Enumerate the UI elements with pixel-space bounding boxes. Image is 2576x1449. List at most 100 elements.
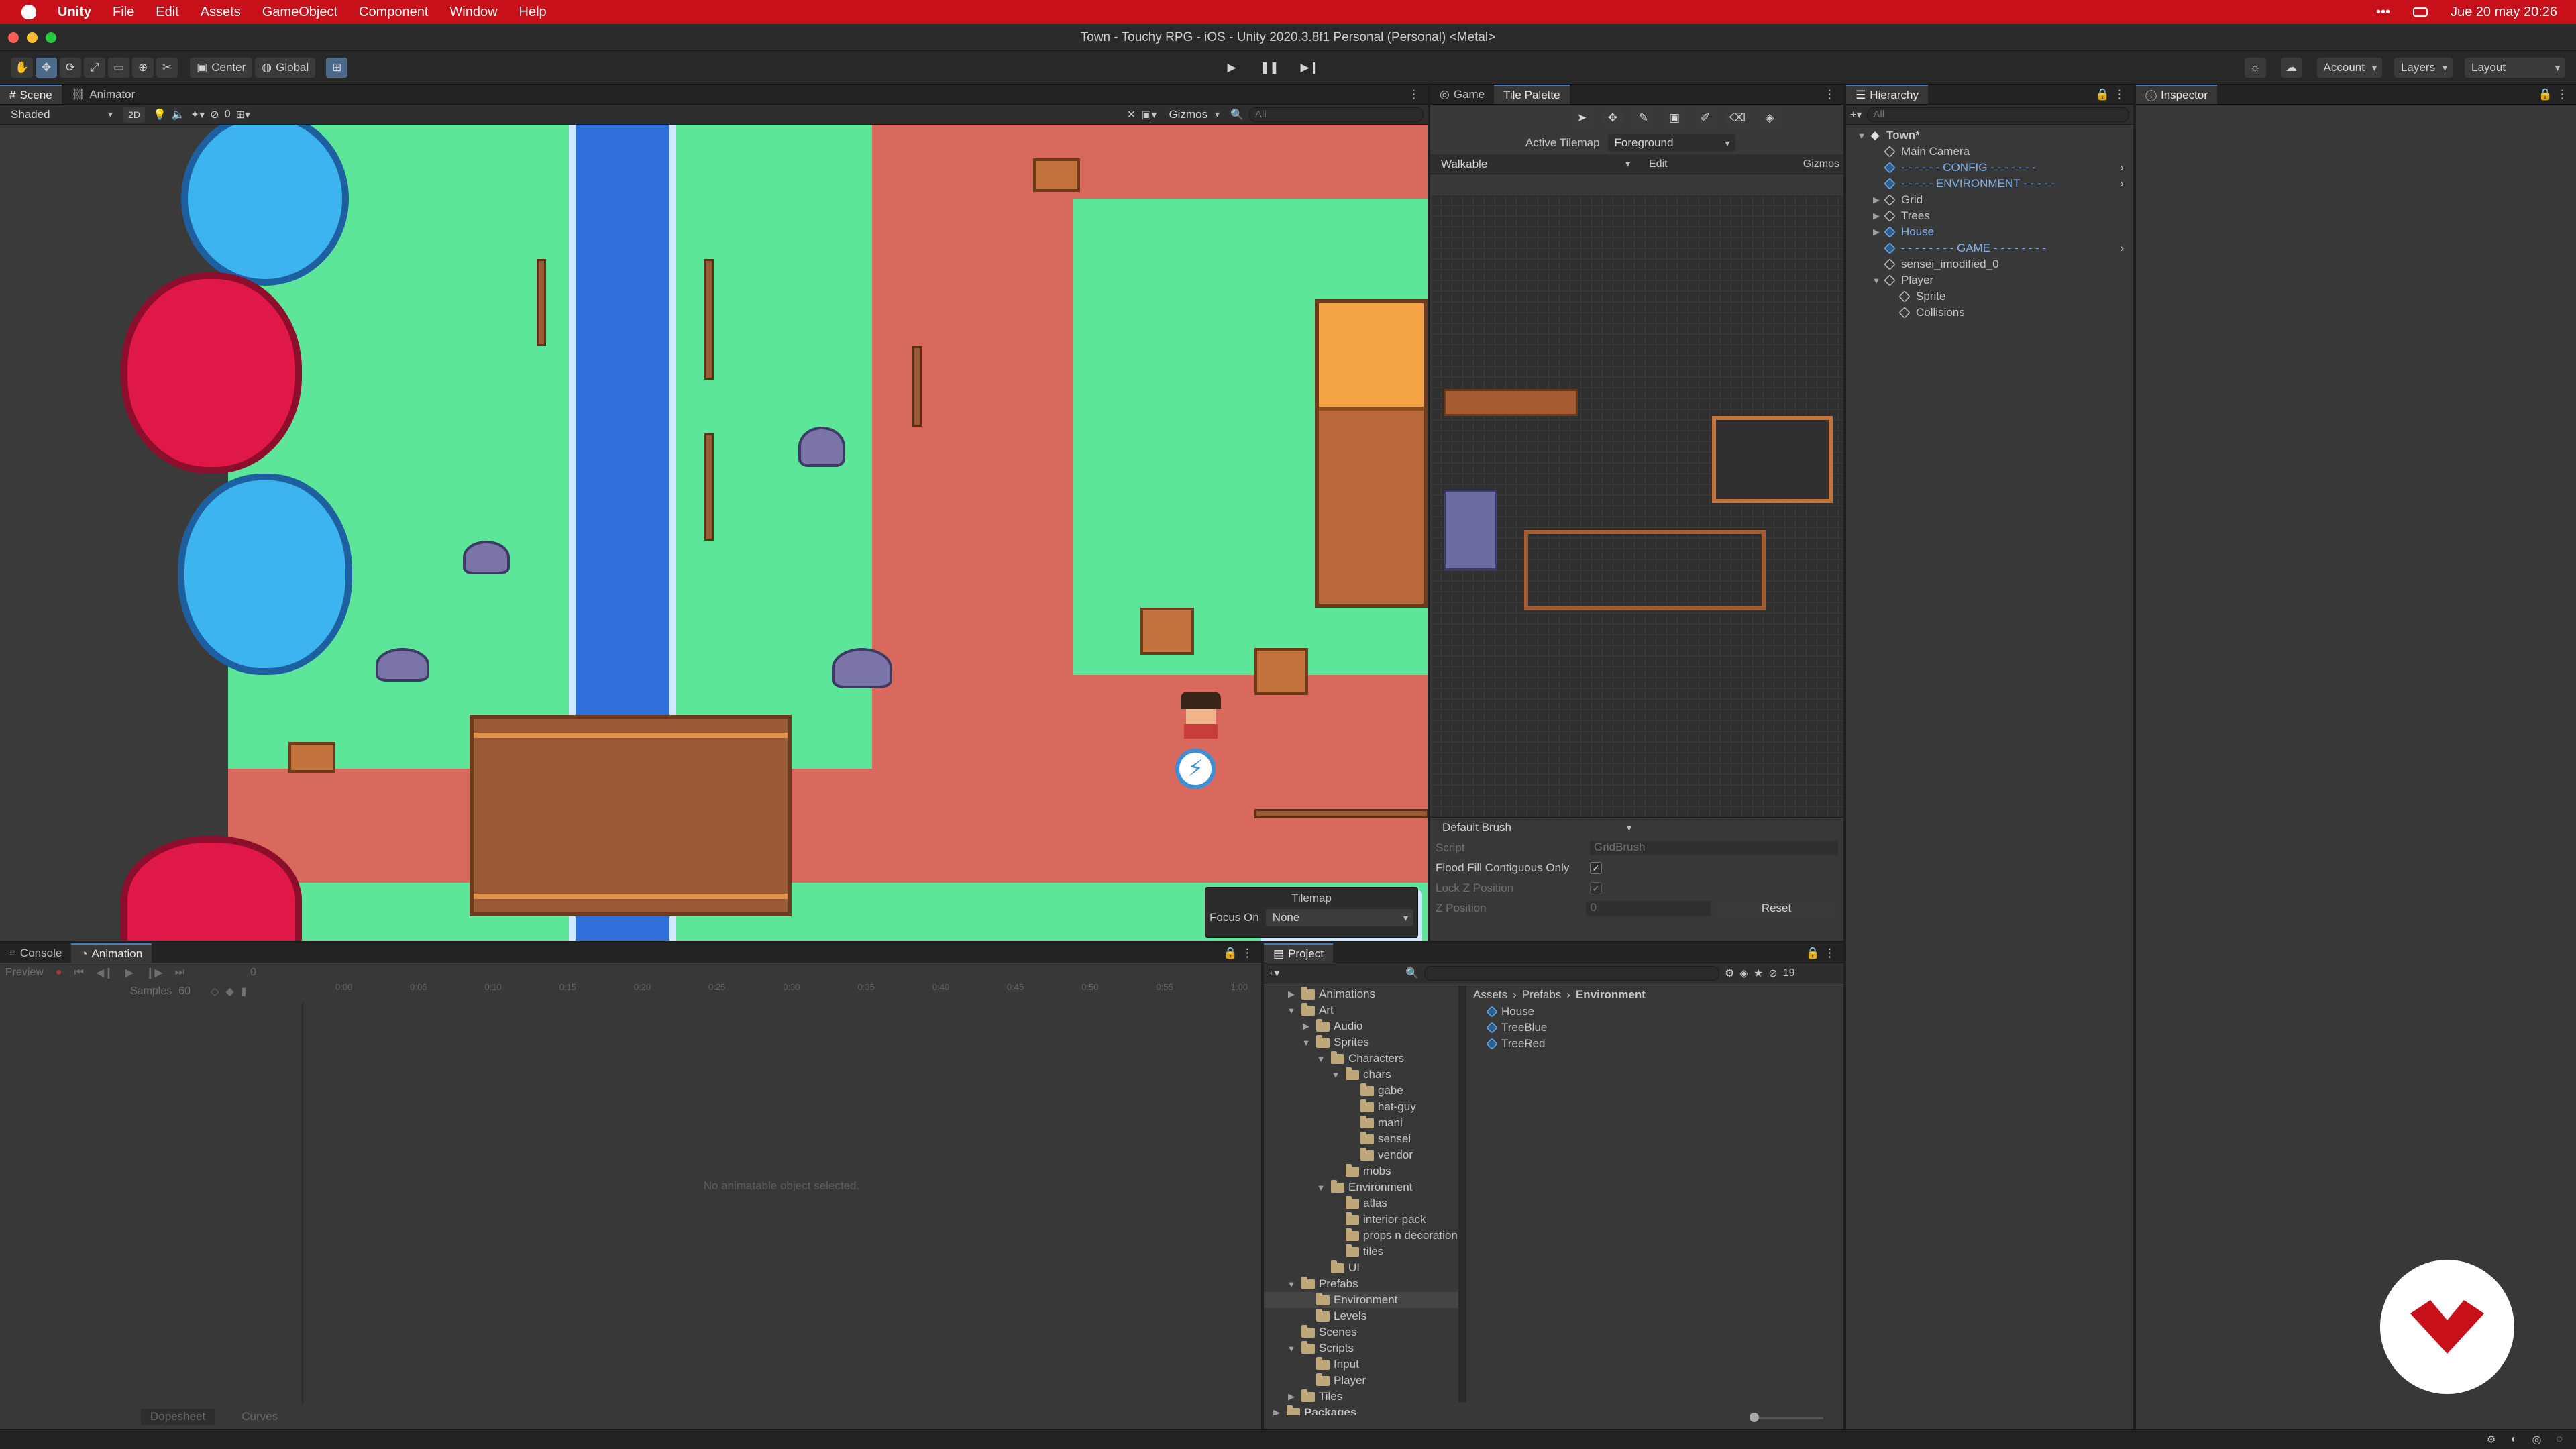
- prefab-asset-item[interactable]: House: [1486, 1004, 1843, 1020]
- brush-dropdown[interactable]: Default Brush: [1436, 820, 1637, 836]
- layers-dropdown[interactable]: Layers: [2394, 58, 2453, 78]
- shading-dropdown[interactable]: Shaded: [4, 106, 118, 123]
- tab-hierarchy[interactable]: ☰ Hierarchy: [1846, 85, 1928, 104]
- project-folder-item[interactable]: Levels: [1264, 1308, 1458, 1324]
- player-sprite[interactable]: [1181, 692, 1221, 739]
- expand-arrow-icon[interactable]: ▼: [1330, 1070, 1342, 1080]
- progress-icon[interactable]: ◐: [2511, 1434, 2518, 1446]
- hierarchy-item[interactable]: Main Camera: [1846, 144, 2133, 160]
- project-folder-item[interactable]: Player: [1264, 1373, 1458, 1389]
- project-folder-item[interactable]: mani: [1264, 1115, 1458, 1131]
- menu-component[interactable]: Component: [359, 5, 428, 20]
- hidden-packages-icon[interactable]: ⊘: [1768, 967, 1777, 980]
- play-button[interactable]: ▶: [1221, 58, 1242, 78]
- project-folder-item[interactable]: mobs: [1264, 1163, 1458, 1179]
- palette-dropdown[interactable]: Walkable: [1434, 156, 1635, 172]
- collab-status-icon[interactable]: ◌: [2556, 1434, 2563, 1446]
- project-folder-item[interactable]: UI: [1264, 1260, 1458, 1276]
- project-search-input[interactable]: [1424, 965, 1720, 981]
- global-space-button[interactable]: ◍ Global: [255, 57, 316, 78]
- rotate-tool-button[interactable]: ⟳: [60, 57, 82, 78]
- hidden-count-icon[interactable]: ⊘: [210, 108, 219, 121]
- rect-tool-button[interactable]: ▭: [108, 57, 130, 78]
- edit-palette-button[interactable]: Edit: [1649, 158, 1668, 170]
- frame-field[interactable]: 0: [250, 967, 256, 979]
- z-position-value[interactable]: 0: [1586, 901, 1711, 916]
- expand-arrow-icon[interactable]: ▼: [1285, 1344, 1297, 1354]
- expand-arrow-icon[interactable]: ▶: [1870, 211, 1882, 221]
- layout-dropdown[interactable]: Layout: [2465, 58, 2565, 78]
- project-folder-item[interactable]: ▶ Animations: [1264, 986, 1458, 1002]
- hierarchy-add-button[interactable]: +▾: [1850, 108, 1862, 121]
- menubar-datetime[interactable]: Jue 20 may 20:26: [2451, 5, 2557, 20]
- project-scrollbar[interactable]: [1458, 986, 1466, 1402]
- project-folder-item[interactable]: sensei: [1264, 1131, 1458, 1147]
- project-folder-item[interactable]: ▼ Sprites: [1264, 1034, 1458, 1051]
- tab-game[interactable]: ◎ Game: [1430, 85, 1494, 104]
- cache-icon[interactable]: ◎: [2532, 1433, 2542, 1446]
- project-folder-item[interactable]: gabe: [1264, 1083, 1458, 1099]
- tab-animation[interactable]: ◔ Animation: [71, 943, 152, 963]
- active-tilemap-dropdown[interactable]: Foreground: [1607, 134, 1735, 152]
- hierarchy-search-input[interactable]: [1867, 107, 2129, 122]
- lighting-icon[interactable]: 💡: [153, 108, 166, 121]
- palette-tile[interactable]: [1712, 416, 1833, 503]
- tab-scene[interactable]: # Scene: [0, 85, 62, 104]
- select-tool-icon[interactable]: ➤: [1570, 108, 1593, 128]
- palette-tile[interactable]: [1444, 389, 1578, 416]
- flood-fill-checkbox[interactable]: ✓: [1590, 862, 1602, 874]
- first-key-icon[interactable]: ⏮: [74, 967, 84, 979]
- tab-inspector[interactable]: ⓘ Inspector: [2136, 85, 2217, 104]
- prefab-asset-item[interactable]: TreeBlue: [1486, 1020, 1843, 1036]
- tab-animator[interactable]: ⛓ Animator: [62, 85, 145, 104]
- expand-arrow-icon[interactable]: ▼: [1856, 131, 1868, 141]
- project-folder-item[interactable]: props n decoration: [1264, 1228, 1458, 1244]
- add-event-icon[interactable]: ◆: [225, 985, 233, 998]
- hierarchy-item[interactable]: - - - - - - CONFIG - - - - - - - ›: [1846, 160, 2133, 176]
- project-lock-icon[interactable]: 🔒: [1806, 943, 1824, 963]
- grid-icon[interactable]: ⊞▾: [236, 108, 250, 121]
- chevron-right-icon[interactable]: ›: [2120, 177, 2133, 191]
- breadcrumb-prefabs[interactable]: Prefabs: [1522, 988, 1562, 1002]
- expand-arrow-icon[interactable]: ▶: [1285, 989, 1297, 1000]
- cloud-icon[interactable]: ☁: [2280, 58, 2302, 78]
- project-add-button[interactable]: +▾: [1268, 967, 1279, 980]
- expand-arrow-icon[interactable]: ▶: [1870, 227, 1882, 237]
- project-folder-item[interactable]: vendor: [1264, 1147, 1458, 1163]
- palette-grid[interactable]: [1430, 195, 1843, 817]
- hierarchy-item[interactable]: ▶ Trees: [1846, 208, 2133, 224]
- grid-snap-button[interactable]: ⊞: [326, 57, 348, 78]
- next-key-icon[interactable]: ❙▶: [146, 966, 163, 979]
- play-anim-icon[interactable]: ▶: [125, 966, 133, 979]
- project-folder-item[interactable]: ▼ Environment: [1264, 1179, 1458, 1195]
- hierarchy-item[interactable]: ▶ House: [1846, 224, 2133, 240]
- expand-arrow-icon[interactable]: ▶: [1271, 1407, 1283, 1415]
- add-keyframe-icon[interactable]: ◇: [211, 985, 219, 998]
- focus-on-dropdown[interactable]: None: [1265, 909, 1413, 926]
- scale-tool-button[interactable]: ⤢: [84, 57, 106, 78]
- hierarchy-menu-icon[interactable]: ⋮: [2114, 85, 2133, 104]
- hand-tool-button[interactable]: ✋: [11, 57, 34, 78]
- palette-gizmos-button[interactable]: Gizmos: [1803, 158, 1839, 170]
- hierarchy-item[interactable]: sensei_imodified_0: [1846, 256, 2133, 272]
- hierarchy-item[interactable]: Sprite: [1846, 288, 2133, 305]
- expand-arrow-icon[interactable]: ▶: [1300, 1021, 1312, 1032]
- breadcrumb-environment[interactable]: Environment: [1576, 988, 1646, 1002]
- hierarchy-item[interactable]: ▼ ◆ Town*: [1846, 127, 2133, 144]
- more-dots-icon[interactable]: •••: [2376, 5, 2390, 20]
- expand-arrow-icon[interactable]: ▼: [1315, 1054, 1327, 1064]
- project-folder-item[interactable]: interior-pack: [1264, 1212, 1458, 1228]
- prefab-asset-item[interactable]: TreeRed: [1486, 1036, 1843, 1052]
- palette-tile[interactable]: [1524, 530, 1766, 610]
- icon-size-slider[interactable]: [1750, 1413, 1823, 1422]
- move-tool-icon[interactable]: ✥: [1601, 108, 1623, 128]
- palette-menu-icon[interactable]: ⋮: [1824, 85, 1843, 104]
- event-marker-icon[interactable]: ▮: [241, 985, 247, 998]
- breadcrumb-assets[interactable]: Assets: [1473, 988, 1507, 1002]
- tools-icon[interactable]: ✕: [1127, 108, 1136, 121]
- debug-icon[interactable]: ⚙: [2487, 1433, 2496, 1446]
- paint-brush-icon[interactable]: ✎: [1632, 108, 1654, 128]
- expand-arrow-icon[interactable]: ▶: [1285, 1391, 1297, 1402]
- pause-button[interactable]: ❚❚: [1256, 58, 1283, 78]
- gizmos-dropdown[interactable]: Gizmos: [1162, 106, 1226, 123]
